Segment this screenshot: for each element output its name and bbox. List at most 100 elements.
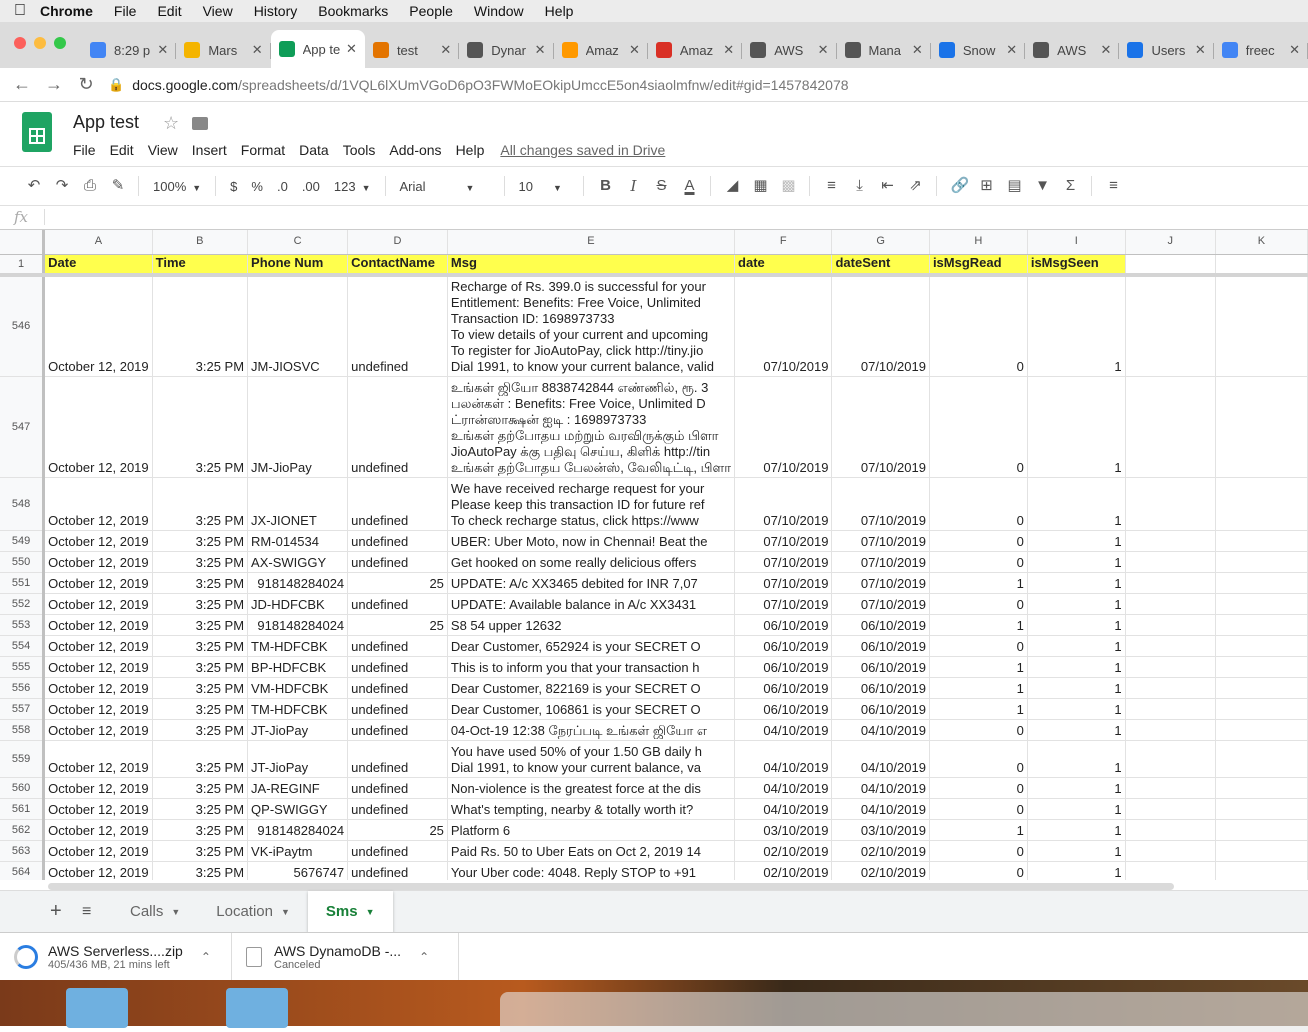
contact-cell[interactable]: undefined (347, 593, 448, 615)
msg-cell[interactable]: Get hooked on some really delicious offe… (447, 551, 736, 573)
redo-icon[interactable]: ↷ (54, 178, 70, 193)
date-cell[interactable]: October 12, 2019 (43, 677, 153, 699)
phone-cell[interactable]: JM-JioPay (247, 376, 349, 478)
time-cell[interactable]: 3:25 PM (152, 677, 249, 699)
grid-cell[interactable] (1125, 677, 1216, 699)
phone-cell[interactable]: JM-JIOSVC (247, 275, 349, 377)
date-cell[interactable]: October 12, 2019 (43, 719, 153, 741)
date-sent-cell[interactable]: 07/10/2019 (831, 593, 930, 615)
menu-history[interactable]: History (254, 3, 298, 19)
grid-cell[interactable] (1215, 677, 1308, 699)
row-header[interactable]: 562 (0, 819, 46, 841)
column-header-i[interactable]: I (1027, 230, 1126, 255)
msg-cell[interactable]: Your Uber code: 4048. Reply STOP to +91 (447, 861, 736, 880)
column-header-c[interactable]: C (247, 230, 349, 255)
download-item[interactable]: AWS Serverless....zip 405/436 MB, 21 min… (0, 933, 232, 981)
grid-cell[interactable] (1215, 477, 1308, 531)
is-msg-read-cell[interactable]: 0 (929, 798, 1028, 820)
column-header-j[interactable]: J (1125, 230, 1216, 255)
menu-people[interactable]: People (409, 3, 453, 19)
date-cell[interactable]: October 12, 2019 (43, 698, 153, 720)
date-sent-cell[interactable]: 06/10/2019 (831, 677, 930, 699)
contact-cell[interactable]: undefined (347, 551, 448, 573)
grid-cell[interactable] (1215, 275, 1308, 377)
msg-cell[interactable]: UPDATE: A/c XX3465 debited for INR 7,07 (447, 572, 736, 594)
grid-cell[interactable] (1215, 254, 1308, 277)
horizontal-scrollbar[interactable] (48, 883, 1174, 890)
date-number-cell[interactable]: 07/10/2019 (734, 530, 833, 552)
date-sent-cell[interactable]: 06/10/2019 (831, 656, 930, 678)
row-header[interactable]: 564 (0, 861, 46, 880)
phone-cell[interactable]: AX-SWIGGY (247, 551, 349, 573)
is-msg-read-cell[interactable]: 0 (929, 551, 1028, 573)
menu-file[interactable]: File (114, 3, 137, 19)
phone-cell[interactable]: JT-JioPay (247, 740, 349, 778)
date-number-cell[interactable]: 02/10/2019 (734, 840, 833, 862)
vertical-align-icon[interactable]: ⤓ (852, 178, 868, 193)
is-msg-read-cell[interactable]: 0 (929, 861, 1028, 880)
sheets-menu-view[interactable]: View (148, 142, 178, 158)
grid-cell[interactable] (1125, 572, 1216, 594)
msg-cell[interactable]: Recharge of Rs. 399.0 is successful for … (447, 275, 736, 377)
date-cell[interactable]: October 12, 2019 (43, 777, 153, 799)
date-cell[interactable]: October 12, 2019 (43, 530, 153, 552)
grid-cell[interactable] (1125, 777, 1216, 799)
row-header[interactable]: 548 (0, 477, 46, 531)
msg-cell[interactable]: S8 54 upper 12632 (447, 614, 736, 636)
is-msg-seen-cell[interactable]: 1 (1027, 819, 1126, 841)
phone-cell[interactable]: 5676747 (247, 861, 349, 880)
row-header[interactable]: 559 (0, 740, 46, 778)
is-msg-read-cell[interactable]: 1 (929, 819, 1028, 841)
is-msg-read-cell[interactable]: 0 (929, 840, 1028, 862)
time-cell[interactable]: 3:25 PM (152, 635, 249, 657)
currency-format-button[interactable]: $ (230, 179, 237, 194)
is-msg-read-cell[interactable]: 1 (929, 698, 1028, 720)
browser-tab[interactable]: freec ✕ (1214, 33, 1308, 67)
date-cell[interactable]: October 12, 2019 (43, 861, 153, 880)
msg-cell[interactable]: Non-violence is the greatest force at th… (447, 777, 736, 799)
is-msg-seen-cell[interactable]: 1 (1027, 530, 1126, 552)
filter-icon[interactable]: ▼ (1035, 178, 1051, 193)
decrease-decimal-button[interactable]: .0 (277, 179, 288, 194)
column-header-b[interactable]: B (152, 230, 249, 255)
contact-cell[interactable]: 25 (347, 614, 448, 636)
is-msg-seen-cell[interactable]: 1 (1027, 861, 1126, 880)
time-cell[interactable]: 3:25 PM (152, 819, 249, 841)
phone-cell[interactable]: RM-014534 (247, 530, 349, 552)
lock-icon[interactable]: 🔒 (108, 77, 124, 93)
font-size-select[interactable]: 10 ▼ (519, 179, 569, 194)
fill-color-icon[interactable]: ◢ (725, 178, 741, 193)
column-header-e[interactable]: E (447, 230, 736, 255)
row-header[interactable]: 546 (0, 275, 46, 377)
grid-cell[interactable] (1215, 819, 1308, 841)
phone-cell[interactable]: JA-REGINF (247, 777, 349, 799)
is-msg-read-cell[interactable]: 0 (929, 275, 1028, 377)
chevron-up-icon[interactable]: ⌃ (419, 950, 429, 964)
all-sheets-icon[interactable]: ≡ (82, 903, 112, 921)
date-number-cell[interactable]: 03/10/2019 (734, 819, 833, 841)
is-msg-seen-cell[interactable]: 1 (1027, 777, 1126, 799)
url-field[interactable]: docs.google.com/spreadsheets/d/1VQL6lXUm… (132, 77, 848, 93)
is-msg-seen-cell[interactable]: 1 (1027, 614, 1126, 636)
strikethrough-icon[interactable]: S (654, 178, 670, 193)
minimize-window-button[interactable] (34, 37, 46, 49)
menu-help[interactable]: Help (545, 3, 574, 19)
date-number-cell[interactable]: 02/10/2019 (734, 861, 833, 880)
close-tab-icon[interactable]: ✕ (440, 42, 451, 58)
grid-cell[interactable] (1125, 861, 1216, 880)
date-cell[interactable]: October 12, 2019 (43, 275, 153, 377)
column-header-k[interactable]: K (1215, 230, 1308, 255)
sheet-tab-calls[interactable]: Calls ▼ (112, 891, 198, 933)
close-tab-icon[interactable]: ✕ (1101, 42, 1112, 58)
grid-cell[interactable] (1125, 614, 1216, 636)
msg-cell[interactable]: You have used 50% of your 1.50 GB daily … (447, 740, 736, 778)
apple-icon[interactable]:  (0, 2, 40, 20)
more-formats-select[interactable]: 123 ▼ (334, 179, 371, 194)
date-sent-cell[interactable]: 04/10/2019 (831, 798, 930, 820)
date-number-cell[interactable]: 07/10/2019 (734, 477, 833, 531)
grid-cell[interactable] (1215, 593, 1308, 615)
header-cell[interactable]: isMsgRead (929, 254, 1028, 277)
percent-format-button[interactable]: % (251, 179, 263, 194)
phone-cell[interactable]: JT-JioPay (247, 719, 349, 741)
time-cell[interactable]: 3:25 PM (152, 572, 249, 594)
